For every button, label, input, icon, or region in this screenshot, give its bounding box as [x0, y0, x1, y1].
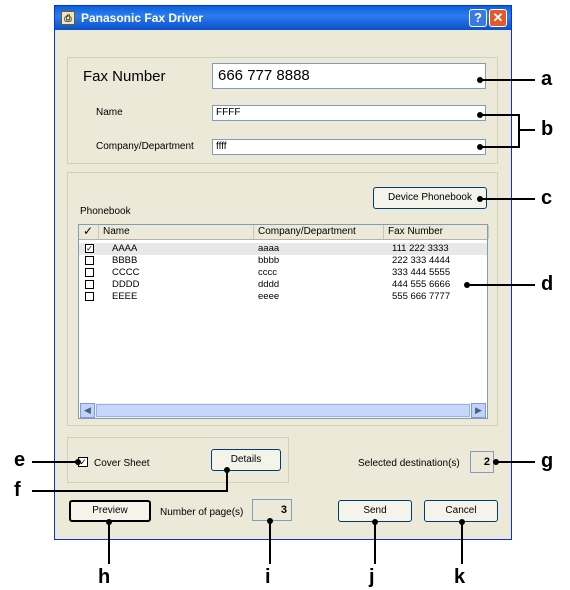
callout-line-d [467, 284, 535, 286]
scroll-right-icon[interactable]: ▶ [471, 403, 486, 418]
callout-line-i [269, 521, 271, 564]
row-fax: 111 222 3333 [392, 243, 449, 254]
row-name: DDDD [112, 279, 140, 290]
list-header: ✓ Name Company/Department Fax Number [79, 225, 489, 240]
row-fax: 333 444 5555 [392, 267, 451, 278]
selected-destinations-label: Selected destination(s) [358, 458, 460, 469]
callout-line-f2 [226, 470, 228, 492]
callout-line-e [32, 461, 78, 463]
table-row[interactable]: EEEE eeee 555 666 7777 [79, 291, 487, 303]
table-row[interactable]: DDDD dddd 444 555 6666 [79, 279, 487, 291]
name-label: Name [96, 107, 123, 118]
callout-b: b [541, 118, 554, 140]
pages-value: 3 [252, 499, 292, 521]
table-row[interactable]: ✓ AAAA aaaa 111 222 3333 [79, 243, 487, 255]
callout-line-h [108, 522, 110, 564]
row-fax: 444 555 6666 [392, 279, 451, 290]
callout-f: f [14, 479, 21, 501]
row-company: bbbb [258, 255, 280, 266]
fax-number-label: Fax Number [83, 68, 166, 85]
row-checkbox[interactable] [85, 256, 94, 265]
column-fax[interactable]: Fax Number [384, 225, 489, 239]
phonebook-list[interactable]: ✓ Name Company/Department Fax Number ✓ A… [78, 224, 489, 419]
device-phonebook-button[interactable]: Device Phonebook [373, 187, 487, 209]
callout-line-j [374, 522, 376, 564]
scroll-left-icon[interactable]: ◀ [80, 403, 95, 418]
printer-icon: ⎙ [61, 11, 75, 25]
row-name: EEEE [112, 291, 138, 302]
callout-line-b1 [480, 114, 520, 116]
callout-line-b4 [518, 129, 535, 131]
row-company: cccc [258, 267, 277, 278]
row-fax: 222 333 4444 [392, 255, 451, 266]
scroll-thumb[interactable] [96, 404, 470, 417]
row-checkbox[interactable] [85, 268, 94, 277]
cover-sheet-label: Cover Sheet [94, 458, 150, 469]
row-company: dddd [258, 279, 280, 290]
pages-label: Number of page(s) [160, 507, 244, 518]
fax-number-field[interactable]: 666 777 8888 [212, 63, 486, 89]
row-name: BBBB [112, 255, 138, 266]
callout-line-f1 [32, 490, 228, 492]
callout-a: a [541, 68, 553, 90]
column-name[interactable]: Name [99, 225, 254, 239]
window-title: Panasonic Fax Driver [81, 11, 204, 25]
callout-line-b2 [480, 146, 520, 148]
column-company[interactable]: Company/Department [254, 225, 384, 239]
callout-dot-f [224, 467, 230, 473]
row-checkbox[interactable]: ✓ [85, 244, 94, 253]
callout-j: j [369, 566, 375, 588]
row-checkbox[interactable] [85, 280, 94, 289]
company-field[interactable]: ffff [212, 139, 486, 155]
callout-line-k [461, 522, 463, 564]
title-bar: ⎙ Panasonic Fax Driver ? ✕ [55, 6, 511, 30]
callout-line-a [480, 79, 535, 81]
row-name: AAAA [112, 243, 138, 254]
callout-line-c [480, 198, 535, 200]
callout-d: d [541, 273, 554, 295]
callout-h: h [98, 566, 111, 588]
callout-g: g [541, 450, 554, 472]
column-check[interactable]: ✓ [79, 225, 99, 239]
row-checkbox[interactable] [85, 292, 94, 301]
row-name: CCCC [112, 267, 140, 278]
company-label: Company/Department [96, 141, 194, 152]
table-row[interactable]: BBBB bbbb 222 333 4444 [79, 255, 487, 267]
table-row[interactable]: CCCC cccc 333 444 5555 [79, 267, 487, 279]
details-button[interactable]: Details [211, 449, 281, 471]
name-field[interactable]: FFFF [212, 105, 486, 121]
selected-destinations-value: 2 [470, 451, 494, 473]
callout-line-g [496, 461, 535, 463]
callout-k: k [454, 566, 466, 588]
row-fax: 555 666 7777 [392, 291, 451, 302]
row-company: aaaa [258, 243, 280, 254]
help-button[interactable]: ? [469, 9, 487, 27]
callout-dot-e [75, 459, 81, 465]
horizontal-scrollbar[interactable]: ◀ ▶ [80, 403, 486, 418]
close-button[interactable]: ✕ [489, 9, 507, 27]
phonebook-label: Phonebook [80, 206, 131, 217]
callout-c: c [541, 187, 553, 209]
row-company: eeee [258, 291, 280, 302]
callout-line-b3 [518, 114, 520, 148]
callout-i: i [265, 566, 271, 588]
callout-e: e [14, 449, 26, 471]
